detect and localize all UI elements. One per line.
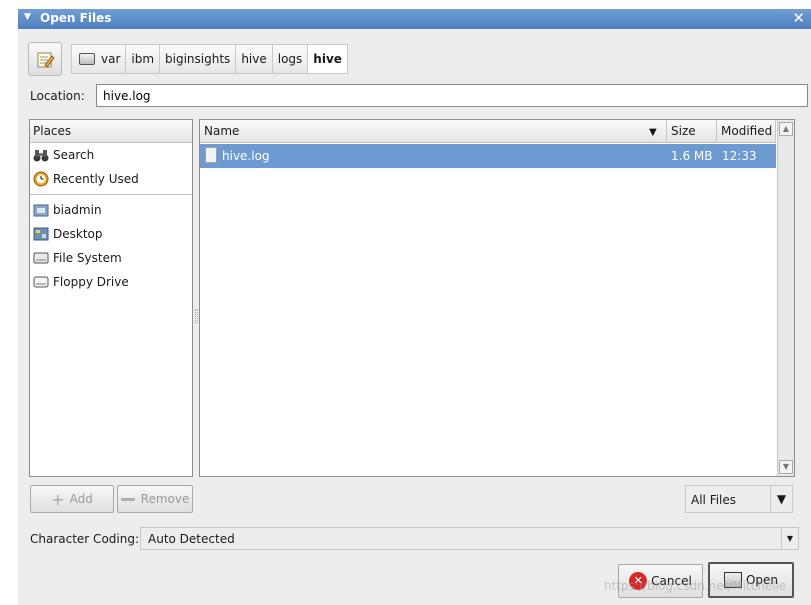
- breadcrumb: var ibm biginsights hive logs hive: [71, 44, 348, 74]
- place-floppy-drive[interactable]: Floppy Drive: [30, 270, 192, 294]
- clock-icon: [33, 171, 49, 187]
- binoculars-icon: [33, 147, 49, 163]
- breadcrumb-ibm[interactable]: ibm: [125, 44, 161, 74]
- window-menu-icon[interactable]: ▼: [24, 12, 31, 22]
- place-search[interactable]: Search: [30, 143, 192, 167]
- place-label: Desktop: [53, 227, 103, 241]
- column-label: Name: [204, 124, 240, 138]
- breadcrumb-var[interactable]: var: [71, 44, 127, 74]
- places-divider: [30, 194, 192, 195]
- remove-label: Remove: [140, 492, 190, 506]
- window-title: Open Files: [40, 11, 112, 25]
- character-coding-value: Auto Detected: [148, 532, 235, 546]
- cancel-button[interactable]: ✕ Cancel: [618, 564, 703, 598]
- breadcrumb-label: hive: [313, 52, 342, 66]
- close-icon[interactable]: ✕: [792, 9, 805, 27]
- column-label: Size: [671, 124, 696, 138]
- floppy-icon: [33, 274, 49, 290]
- open-button[interactable]: Open: [708, 562, 794, 598]
- file-list-panel: Name ▼ Size Modified hive.log 1.6 MB 12:…: [199, 119, 795, 477]
- column-header-modified[interactable]: Modified: [717, 120, 776, 142]
- file-name: hive.log: [222, 149, 270, 163]
- scroll-down-icon[interactable]: ▼: [779, 460, 793, 474]
- harddisk-icon: [33, 250, 49, 266]
- minus-icon: [120, 497, 135, 501]
- breadcrumb-biginsights[interactable]: biginsights: [159, 44, 237, 74]
- file-modified: 12:33: [722, 149, 757, 163]
- file-list-scrollbar[interactable]: ▲ ▼: [777, 120, 794, 476]
- place-biadmin[interactable]: biadmin: [30, 198, 192, 222]
- plus-icon: +: [51, 489, 65, 509]
- breadcrumb-label: var: [101, 52, 121, 66]
- column-header-name[interactable]: Name ▼: [200, 120, 667, 142]
- title-bar: ▼ Open Files ✕: [18, 9, 811, 29]
- pane-resize-handle[interactable]: [195, 309, 198, 323]
- place-label: Floppy Drive: [53, 275, 129, 289]
- breadcrumb-hive-current[interactable]: hive: [307, 44, 348, 74]
- location-input[interactable]: [96, 84, 808, 107]
- breadcrumb-logs[interactable]: logs: [271, 44, 309, 74]
- open-folder-icon: [723, 572, 742, 588]
- character-coding-select[interactable]: Auto Detected ▼: [140, 527, 799, 550]
- column-label: Modified: [721, 124, 773, 138]
- place-label: biadmin: [53, 203, 102, 217]
- edit-pencil-icon: [37, 52, 55, 68]
- harddisk-icon: [79, 53, 95, 65]
- place-file-system[interactable]: File System: [30, 246, 192, 270]
- file-filter-select[interactable]: All Files ▼: [685, 485, 793, 513]
- add-bookmark-button[interactable]: + Add: [30, 485, 114, 513]
- places-panel: Places Search Recently Used biadmin Desk…: [29, 119, 193, 477]
- breadcrumb-label: biginsights: [165, 52, 231, 66]
- place-label: Search: [53, 148, 95, 162]
- place-desktop[interactable]: Desktop: [30, 222, 192, 246]
- breadcrumb-hive[interactable]: hive: [235, 44, 273, 74]
- open-files-dialog: ▼ Open Files ✕ var ibm biginsights hive …: [18, 9, 811, 605]
- location-label: Location:: [30, 89, 85, 103]
- place-label: Recently Used: [53, 172, 139, 186]
- chevron-down-icon: ▼: [770, 486, 792, 512]
- file-filter-value: All Files: [691, 493, 737, 507]
- file-list-header: Name ▼ Size Modified: [200, 120, 776, 143]
- remove-bookmark-button[interactable]: Remove: [117, 485, 193, 513]
- cancel-icon: ✕: [629, 572, 648, 590]
- text-file-icon: [205, 147, 217, 163]
- places-header[interactable]: Places: [30, 120, 192, 143]
- column-header-size[interactable]: Size: [667, 120, 717, 142]
- sort-descending-icon: ▼: [649, 127, 657, 138]
- open-label: Open: [745, 573, 779, 587]
- type-location-toggle-button[interactable]: [28, 42, 62, 76]
- home-folder-icon: [33, 202, 49, 218]
- breadcrumb-label: hive: [241, 52, 267, 66]
- desktop-icon: [33, 226, 49, 242]
- character-coding-label: Character Coding:: [30, 532, 139, 546]
- add-label: Add: [69, 492, 93, 506]
- cancel-label: Cancel: [651, 574, 692, 588]
- scroll-up-icon[interactable]: ▲: [779, 122, 793, 136]
- place-label: File System: [53, 251, 122, 265]
- place-recently-used[interactable]: Recently Used: [30, 167, 192, 191]
- breadcrumb-label: ibm: [131, 52, 155, 66]
- breadcrumb-label: logs: [277, 52, 303, 66]
- file-row[interactable]: hive.log 1.6 MB 12:33: [200, 144, 776, 168]
- chevron-down-icon: ▼: [781, 528, 798, 549]
- file-size: 1.6 MB: [671, 149, 713, 163]
